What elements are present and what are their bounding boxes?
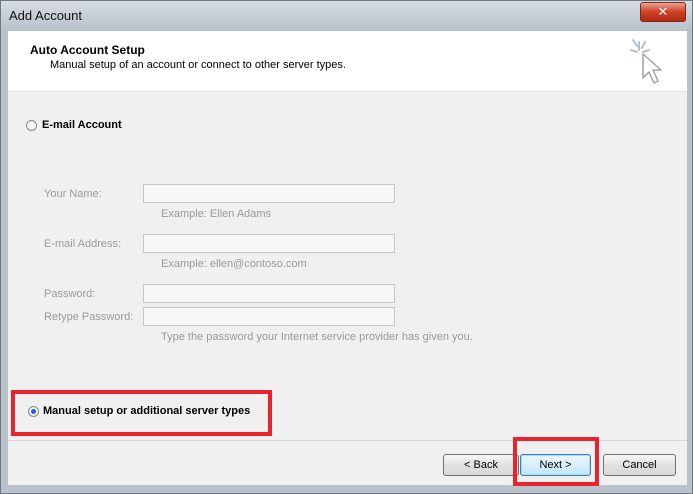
next-button[interactable]: Next > [520, 454, 591, 476]
wizard-header: Auto Account Setup Manual setup of an ac… [8, 31, 687, 92]
retype-password-field[interactable] [143, 307, 395, 326]
manual-setup-radio[interactable] [28, 406, 39, 417]
retype-password-label: Retype Password: [44, 311, 134, 323]
page-title: Auto Account Setup [30, 43, 145, 57]
wizard-footer: < Back Next > Cancel [8, 441, 687, 485]
email-account-radio[interactable] [26, 120, 37, 131]
close-button[interactable]: ✕ [640, 2, 686, 22]
password-hint: Type the password your Internet service … [161, 331, 473, 343]
wizard-cursor-icon [630, 39, 662, 84]
add-account-window: Add Account ✕ Auto Account Setup Manual … [0, 0, 693, 494]
manual-setup-label[interactable]: Manual setup or additional server types [43, 405, 250, 417]
password-label: Password: [44, 288, 96, 300]
cancel-button[interactable]: Cancel [603, 454, 676, 476]
email-address-label: E-mail Address: [44, 238, 122, 250]
page-subtitle: Manual setup of an account or connect to… [50, 59, 346, 71]
your-name-label: Your Name: [44, 188, 102, 200]
email-address-example: Example: ellen@contoso.com [161, 258, 307, 270]
your-name-field[interactable] [143, 184, 395, 203]
email-account-label[interactable]: E-mail Account [42, 119, 122, 131]
back-button[interactable]: < Back [443, 454, 519, 476]
wizard-body: E-mail Account Your Name: Example: Ellen… [8, 92, 687, 441]
window-title: Add Account [9, 8, 82, 23]
your-name-example: Example: Ellen Adams [161, 208, 272, 220]
email-address-field[interactable] [143, 234, 395, 253]
close-icon: ✕ [657, 4, 669, 19]
title-bar[interactable]: Add Account ✕ [1, 1, 692, 31]
password-field[interactable] [143, 284, 395, 303]
